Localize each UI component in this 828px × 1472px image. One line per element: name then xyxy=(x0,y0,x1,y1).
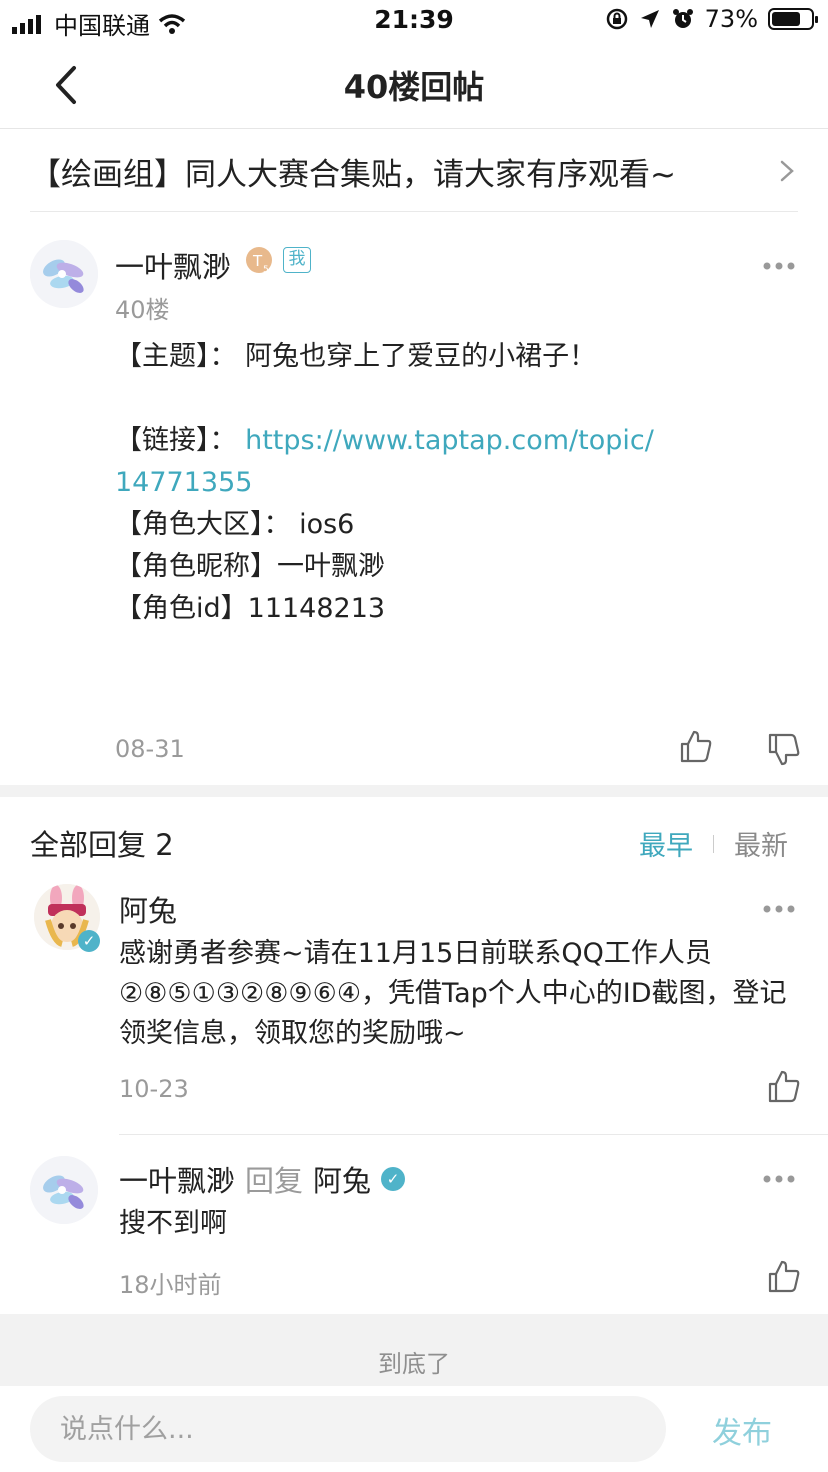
me-badge: 我 xyxy=(283,247,311,273)
comment-input[interactable] xyxy=(30,1396,666,1462)
reply-author[interactable]: 阿兔 xyxy=(119,888,177,930)
sort-newest-tab[interactable]: 最新 xyxy=(734,824,788,863)
rotation-lock-icon xyxy=(606,8,627,30)
level-badge-svg: T 5 xyxy=(246,247,272,275)
post-body: 【主题】： 阿兔也穿上了爱豆的小裙子！ 【链接】： https://www.ta… xyxy=(115,336,735,630)
post-line: 【角色大区】： ios6 xyxy=(115,509,355,540)
post-line: 【角色昵称】一叶飘渺 xyxy=(115,551,385,582)
svg-text:T: T xyxy=(252,252,263,270)
thumbs-down-icon xyxy=(768,733,800,766)
level-badge-icon: T 5 xyxy=(245,246,275,276)
reply-text: 搜不到啊 xyxy=(119,1208,227,1239)
svg-text:5: 5 xyxy=(263,265,269,275)
reply-text: 感谢勇者参赛~请在11月15日前联系QQ工作人员②⑧⑤①③②⑧⑨⑥④，凭借Tap… xyxy=(119,938,787,1049)
thumbs-up-icon xyxy=(768,1260,800,1293)
location-icon xyxy=(640,10,659,28)
reply-to-name[interactable]: 阿兔 xyxy=(313,1158,371,1200)
reply-time: 10-23 xyxy=(119,1075,189,1103)
reply-like-button[interactable] xyxy=(766,1068,802,1108)
reply-author[interactable]: 一叶飘渺 xyxy=(119,1158,235,1200)
reply-more-button[interactable] xyxy=(762,899,796,913)
topic-divider xyxy=(30,211,798,212)
floor-label: 40楼 xyxy=(115,296,170,324)
post-more-button[interactable] xyxy=(762,256,796,270)
nav-divider xyxy=(0,128,828,129)
section-gap xyxy=(0,785,828,797)
post-like-button[interactable] xyxy=(678,728,714,768)
replies-title: 全部回复 2 xyxy=(30,828,174,862)
reply-more-button[interactable] xyxy=(762,1169,796,1183)
reply-header: 一叶飘渺 回复 阿兔 ✓ xyxy=(119,1158,406,1200)
alarm-icon xyxy=(672,9,693,28)
verified-icon: ✓ xyxy=(381,1167,406,1191)
verified-icon: ✓ xyxy=(78,930,100,952)
sort-tabs: 最早 最新 xyxy=(639,824,788,863)
end-of-list-text: 到底了 xyxy=(378,1350,450,1378)
thumbs-up-icon xyxy=(680,730,712,763)
reply-time: 18小时前 xyxy=(119,1271,222,1299)
topic-title: 【绘画组】同人大赛合集贴，请大家有序观看~ xyxy=(30,156,676,193)
more-dots-icon xyxy=(763,905,795,913)
avatar-flower-icon xyxy=(30,1156,98,1224)
send-button[interactable]: 发布 xyxy=(712,1408,772,1452)
sort-divider xyxy=(713,834,714,853)
post-author[interactable]: 一叶飘渺 xyxy=(115,244,231,286)
reply-like-button[interactable] xyxy=(766,1258,802,1298)
avatar[interactable] xyxy=(30,1156,98,1224)
post-link-url[interactable]: https://www.taptap.com/topic/ xyxy=(245,425,654,456)
chevron-right-icon xyxy=(780,160,794,182)
post-line: 【主题】： 阿兔也穿上了爱豆的小裙子！ xyxy=(115,341,597,372)
topic-link[interactable]: 【绘画组】同人大赛合集贴，请大家有序观看~ xyxy=(30,130,798,212)
battery-fill xyxy=(772,12,800,26)
more-dots-icon xyxy=(763,262,795,270)
page-title: 40楼回帖 xyxy=(343,68,485,106)
more-dots-icon xyxy=(763,1175,795,1183)
post-line-blank xyxy=(115,378,735,420)
post-line: 【角色id】11148213 xyxy=(115,593,386,624)
post-link-line: 【链接】： https://www.taptap.com/topic/ xyxy=(115,420,735,462)
sort-earliest-tab[interactable]: 最早 xyxy=(639,824,693,863)
reply-word: 回复 xyxy=(245,1164,304,1198)
status-bar: 中国联通 21:39 73% xyxy=(0,0,828,44)
post-link-url-2[interactable]: 14771355 xyxy=(115,467,252,498)
comment-input-wrapper xyxy=(30,1396,666,1462)
thumbs-up-icon xyxy=(768,1070,800,1103)
post-dislike-button[interactable] xyxy=(766,732,802,772)
status-right: 73% xyxy=(605,5,818,33)
battery-icon xyxy=(768,8,818,30)
post-time: 08-31 xyxy=(115,735,185,763)
avatar[interactable] xyxy=(30,240,98,308)
battery-percent: 73% xyxy=(704,5,758,33)
post-link-label: 【链接】： xyxy=(115,425,246,456)
reply-divider xyxy=(119,1134,828,1135)
post-link-line-2: 14771355 xyxy=(115,462,735,504)
avatar-flower-icon xyxy=(30,240,98,308)
